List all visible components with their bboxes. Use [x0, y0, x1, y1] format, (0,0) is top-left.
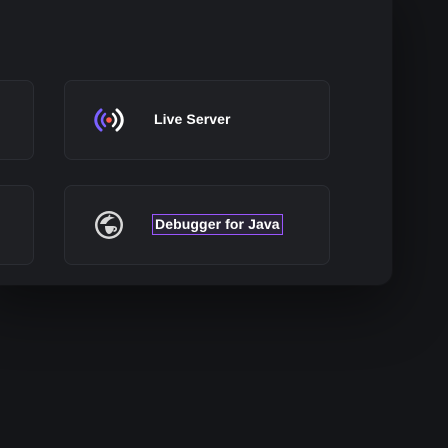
extension-card-debugger-for-java[interactable]: Debugger for Java	[64, 185, 330, 265]
extension-name-live-server: Live Server	[154, 111, 231, 127]
java-debugger-icon	[93, 209, 125, 241]
partial-extension-card-left-top[interactable]	[0, 80, 34, 160]
extension-card-live-server[interactable]: Live Server	[64, 80, 330, 160]
live-server-broadcast-icon	[93, 104, 125, 136]
partial-extension-card-left-bottom[interactable]	[0, 185, 34, 265]
extension-name-debugger-for-java: Debugger for Java	[152, 214, 283, 235]
page: Live Server Debugger for Java	[0, 0, 448, 448]
